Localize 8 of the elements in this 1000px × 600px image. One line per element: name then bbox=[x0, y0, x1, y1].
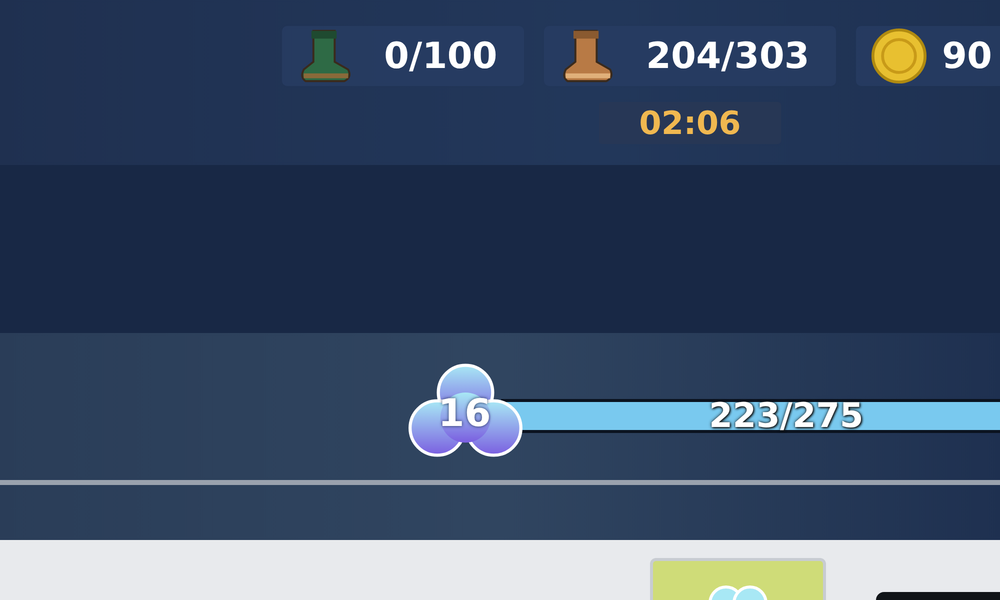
level-badge: 16 bbox=[408, 363, 523, 468]
resource-amount: 90 bbox=[942, 36, 992, 76]
timer: 02:06 bbox=[599, 102, 781, 144]
resource-amount: 0/100 bbox=[384, 36, 498, 76]
resource-amount: 204/303 bbox=[646, 36, 810, 76]
reward-card[interactable] bbox=[650, 558, 826, 600]
coin-icon bbox=[870, 27, 928, 85]
progress-text: 223/275 bbox=[709, 396, 864, 436]
